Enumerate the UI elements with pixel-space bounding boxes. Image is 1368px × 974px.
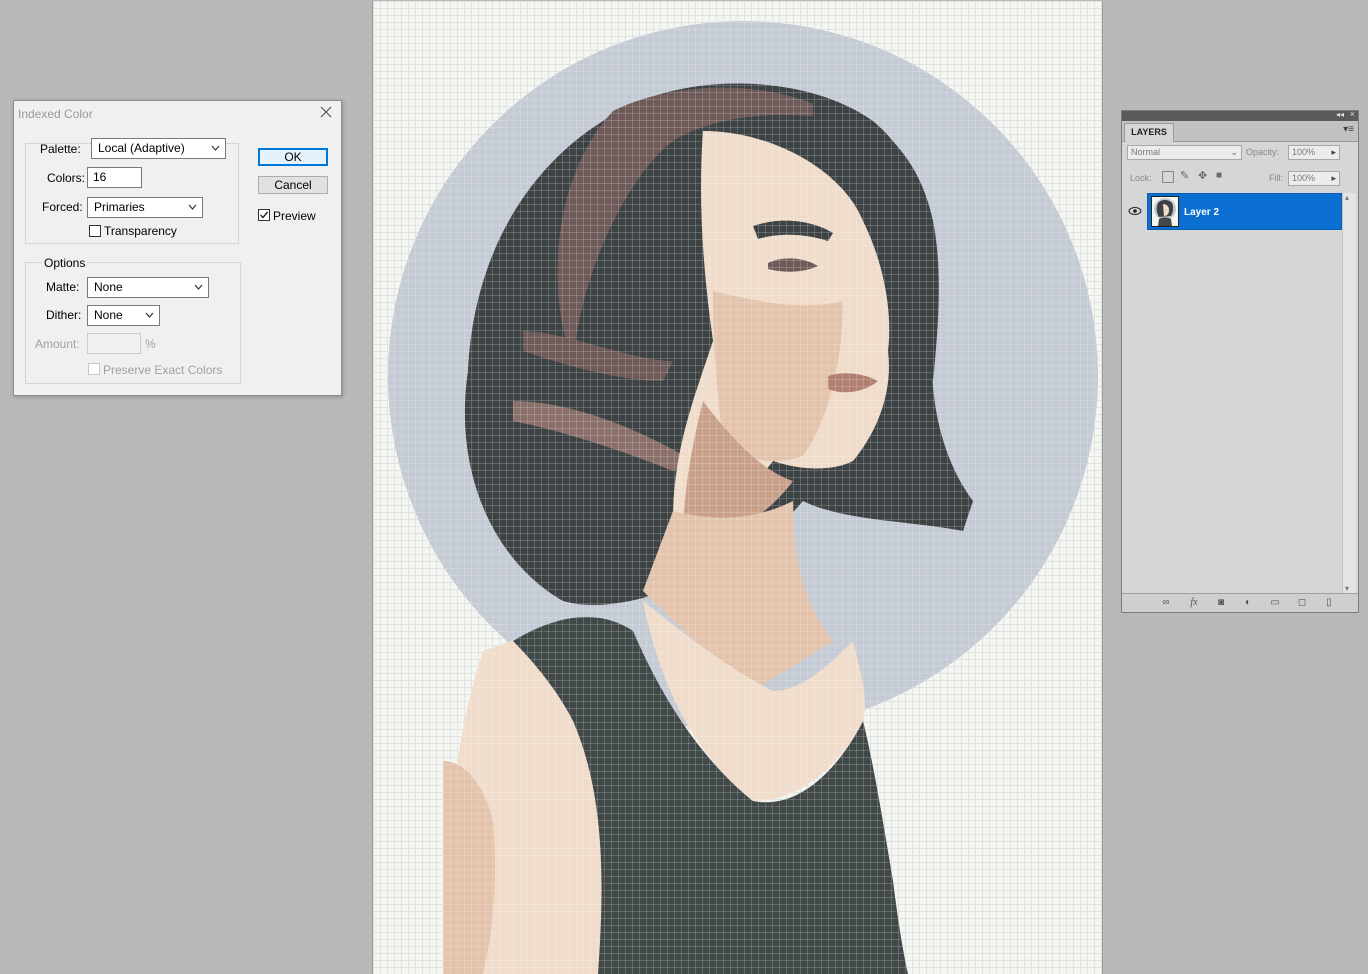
palette-value: Local (Adaptive): [98, 141, 185, 155]
opacity-input[interactable]: 100% ▸: [1288, 145, 1340, 160]
indexed-color-dialog: Indexed Color Palette: Local (Adaptive) …: [13, 100, 342, 396]
eye-icon: [1128, 207, 1142, 215]
chevron-down-icon: [211, 145, 220, 151]
chevron-down-icon: [145, 312, 154, 318]
palette-label: Palette:: [40, 142, 81, 156]
layers-panel: ◂◂ × LAYERS ▾≡ Normal ⌄ Opacity: 100% ▸ …: [1121, 109, 1359, 613]
document-canvas[interactable]: [372, 1, 1103, 974]
new-layer-icon[interactable]: ◻: [1296, 597, 1308, 609]
portrait-artwork: [388, 21, 1098, 974]
dither-label: Dither:: [46, 308, 82, 322]
chevron-down-icon: [188, 204, 197, 210]
dialog-title: Indexed Color: [18, 107, 93, 121]
colors-label: Colors:: [47, 171, 86, 185]
palette-select[interactable]: Local (Adaptive): [91, 138, 226, 159]
arrow-right-icon[interactable]: ▸: [1331, 146, 1336, 159]
fx-icon[interactable]: fx: [1188, 597, 1200, 609]
lock-label: Lock:: [1130, 173, 1152, 183]
adjustment-icon[interactable]: ◐: [1242, 597, 1254, 609]
dither-select[interactable]: None: [87, 305, 160, 326]
fill-input[interactable]: 100% ▸: [1288, 171, 1340, 186]
panel-tab-row: LAYERS ▾≡: [1122, 121, 1358, 142]
arrow-right-icon[interactable]: ▸: [1331, 172, 1336, 185]
transparency-label: Transparency: [104, 224, 177, 238]
preview-label: Preview: [273, 209, 316, 223]
scroll-down-icon[interactable]: ▾: [1345, 584, 1349, 593]
move-icon[interactable]: ✥: [1198, 169, 1207, 182]
colors-input[interactable]: 16: [87, 167, 142, 188]
fill-label: Fill:: [1269, 173, 1283, 183]
folder-icon[interactable]: ▭: [1269, 597, 1281, 609]
scroll-up-icon[interactable]: ▴: [1345, 193, 1349, 202]
trash-icon[interactable]: ▯: [1323, 597, 1335, 609]
forced-label: Forced:: [42, 200, 83, 214]
lock-transparent-icon[interactable]: [1162, 171, 1174, 183]
layers-footer: ∞ fx ◙ ◐ ▭ ◻ ▯: [1122, 593, 1358, 612]
matte-label: Matte:: [46, 280, 80, 294]
opacity-value: 100%: [1292, 147, 1316, 157]
collapse-icon[interactable]: ◂◂: [1336, 110, 1344, 119]
preserve-exact-colors-label: Preserve Exact Colors: [103, 363, 223, 377]
colors-value: 16: [93, 170, 107, 184]
ok-button[interactable]: OK: [258, 148, 328, 166]
tab-layers[interactable]: LAYERS: [1124, 123, 1174, 142]
visibility-toggle[interactable]: [1124, 193, 1145, 230]
close-panel-icon[interactable]: ×: [1350, 109, 1355, 119]
layer-name: Layer 2: [1184, 207, 1220, 218]
panel-menu-icon[interactable]: ▾≡: [1343, 124, 1354, 135]
matte-value: None: [94, 280, 123, 294]
brush-icon[interactable]: ✎: [1180, 169, 1189, 182]
checkmark-icon: [260, 211, 269, 219]
matte-select[interactable]: None: [87, 277, 209, 298]
preview-checkbox[interactable]: [258, 209, 270, 221]
forced-value: Primaries: [94, 200, 145, 214]
layers-scrollbar[interactable]: ▴ ▾: [1342, 193, 1356, 593]
panel-titlebar[interactable]: ◂◂ ×: [1122, 109, 1358, 121]
close-icon[interactable]: [319, 105, 333, 119]
layer-row[interactable]: Layer 2: [1147, 193, 1342, 230]
blend-mode-select[interactable]: Normal ⌄: [1127, 145, 1242, 160]
amount-label: Amount:: [35, 337, 80, 351]
opacity-label: Opacity:: [1246, 147, 1280, 157]
transparency-checkbox[interactable]: [89, 225, 101, 237]
link-icon[interactable]: ∞: [1160, 597, 1172, 609]
amount-input[interactable]: [87, 333, 141, 354]
forced-select[interactable]: Primaries: [87, 197, 203, 218]
preserve-exact-colors-checkbox[interactable]: [88, 363, 100, 375]
options-legend: Options: [42, 256, 88, 270]
mask-icon[interactable]: ◙: [1215, 597, 1227, 609]
layer-thumbnail: [1151, 196, 1179, 227]
lock-icon[interactable]: ■: [1216, 170, 1222, 181]
cancel-button[interactable]: Cancel: [258, 176, 328, 194]
chevron-down-icon: ⌄: [1230, 147, 1238, 157]
blend-mode-value: Normal: [1131, 147, 1161, 157]
dither-value: None: [94, 308, 123, 322]
fill-value: 100%: [1292, 173, 1316, 183]
chevron-down-icon: [194, 284, 203, 290]
amount-unit: %: [145, 337, 156, 351]
